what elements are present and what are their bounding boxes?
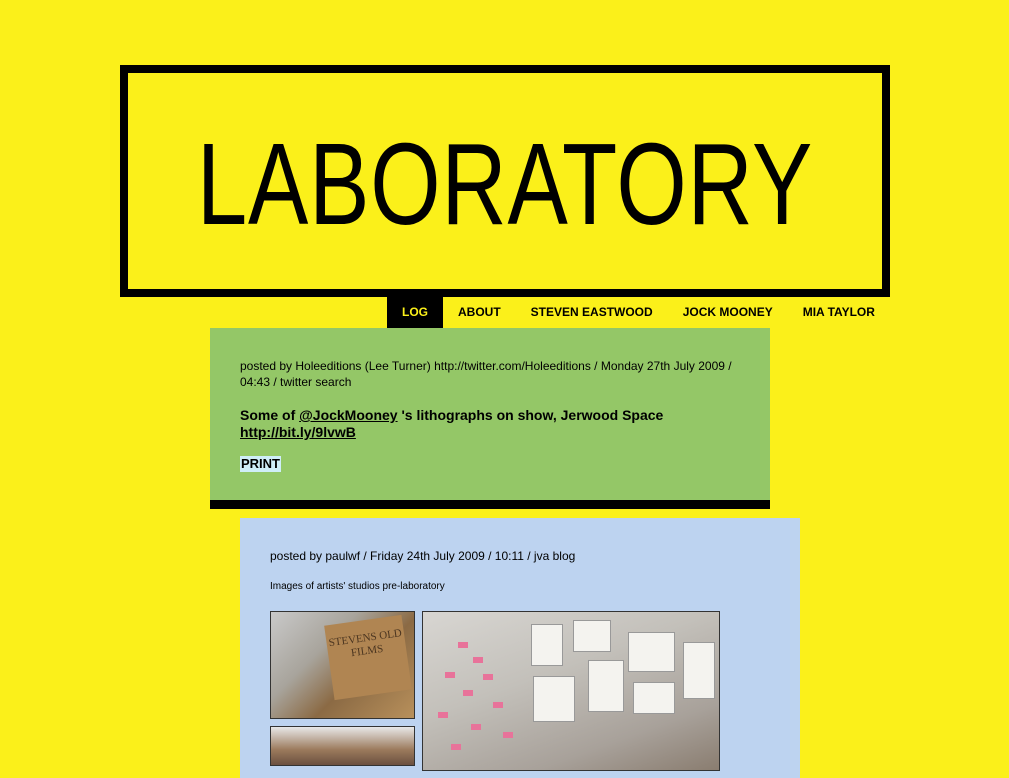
box-label-text: STEVENS OLD FILMS xyxy=(324,614,412,701)
studio-photo-desk[interactable] xyxy=(270,726,415,766)
site-title: LABORATORY xyxy=(196,119,814,249)
post-meta: posted by Holeeditions (Lee Turner) http… xyxy=(240,359,732,389)
short-url-link[interactable]: http://bit.ly/9lvwB xyxy=(240,424,356,440)
nav-item-log[interactable]: LOG xyxy=(387,297,443,328)
nav-item-steven-eastwood[interactable]: STEVEN EASTWOOD xyxy=(516,297,668,328)
nav-item-about[interactable]: ABOUT xyxy=(443,297,516,328)
post-headline: Some of @JockMooney 's lithographs on sh… xyxy=(240,407,740,441)
nav-item-jock-mooney[interactable]: JOCK MOONEY xyxy=(668,297,788,328)
studio-photo-wall[interactable] xyxy=(422,611,720,771)
post-jva-blog: posted by paulwf / Friday 24th July 2009… xyxy=(240,518,800,778)
tag-print[interactable]: PRINT xyxy=(240,456,281,472)
headline-text-middle: 's lithographs on show, Jerwood Space xyxy=(397,407,664,423)
nav-item-mia-taylor[interactable]: MIA TAYLOR xyxy=(788,297,890,328)
studio-photo-boxes[interactable]: STEVENS OLD FILMS xyxy=(270,611,415,719)
site-logo[interactable]: LABORATORY xyxy=(120,65,890,297)
post-twitter: posted by Holeeditions (Lee Turner) http… xyxy=(210,328,770,509)
mention-link[interactable]: @JockMooney xyxy=(299,407,397,423)
headline-text: Some of xyxy=(240,407,300,423)
main-nav: LOG ABOUT STEVEN EASTWOOD JOCK MOONEY MI… xyxy=(387,297,890,328)
post-caption: Images of artists' studios pre-laborator… xyxy=(270,581,445,592)
post-meta: posted by paulwf / Friday 24th July 2009… xyxy=(270,549,576,563)
